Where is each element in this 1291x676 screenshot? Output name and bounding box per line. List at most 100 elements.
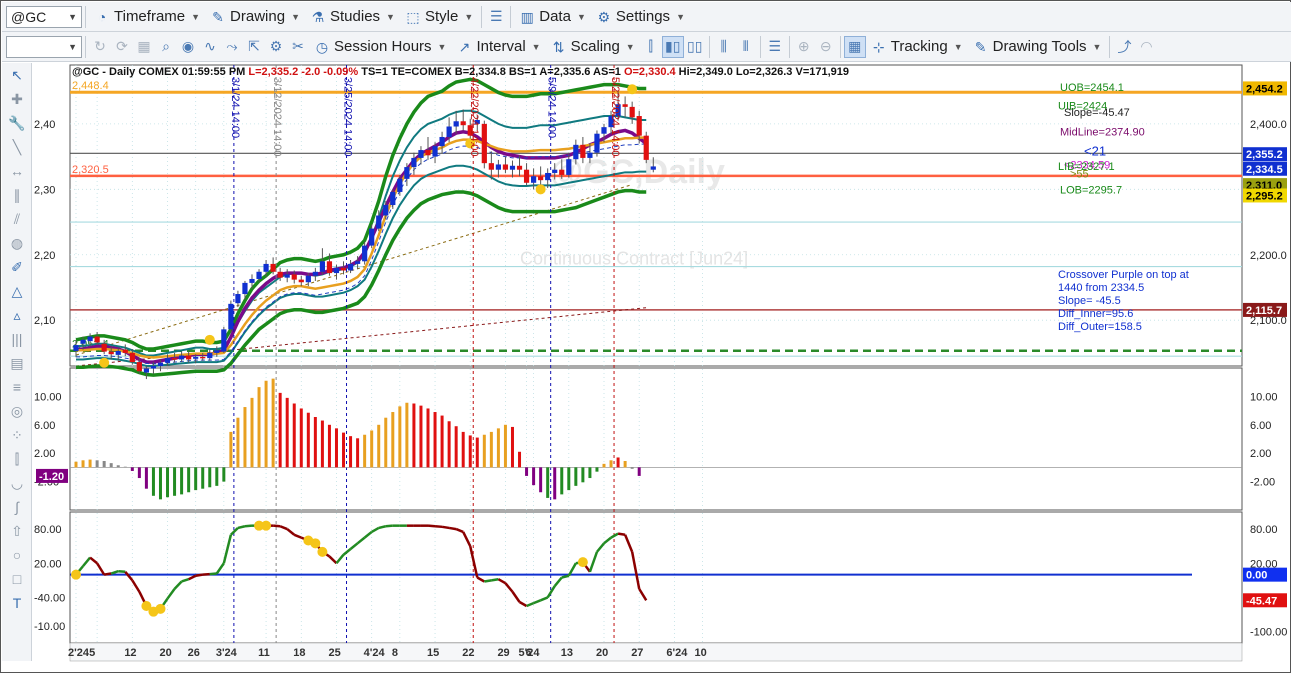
volume-icon[interactable]: ⫼: [713, 36, 735, 58]
curve-icon[interactable]: ∫: [2, 495, 32, 519]
style-menu[interactable]: ⬚ Style ▼: [400, 5, 478, 29]
price-tick-left: 2,20: [34, 250, 55, 262]
candle-body: [333, 267, 340, 274]
chevron-down-icon: ▼: [676, 11, 685, 22]
candle-body: [186, 355, 192, 360]
crosshair-icon[interactable]: ✚: [2, 87, 32, 111]
settings-menu[interactable]: ⚙ Settings ▼: [591, 5, 690, 29]
oscillator-dot: [310, 538, 321, 549]
reload-icon[interactable]: ⟳: [111, 36, 133, 58]
up-arrow-icon[interactable]: ⇧: [2, 519, 32, 543]
text-icon[interactable]: T: [2, 591, 32, 615]
triangle-outline-icon[interactable]: ▵: [2, 303, 32, 327]
chevron-down-icon[interactable]: ▼: [68, 12, 77, 22]
candle-body: [326, 261, 333, 274]
oscillator-dot: [317, 546, 328, 557]
pointer-icon[interactable]: ↖: [2, 63, 32, 87]
interval-input[interactable]: ▼: [6, 35, 82, 58]
arrows-icon[interactable]: ↔: [2, 159, 32, 183]
oscillator-segment: [441, 525, 450, 530]
candle-body: [221, 329, 227, 352]
layout-icon[interactable]: ☰: [485, 6, 507, 28]
grid-icon[interactable]: ▦: [133, 36, 155, 58]
candle-body: [94, 336, 100, 343]
event-label: 5/9/24 14:00: [546, 77, 558, 138]
timeframe-menu[interactable]: ◔ Timeframe ▼: [89, 5, 205, 29]
dots-icon[interactable]: ⁘: [2, 423, 32, 447]
chart-area[interactable]: @GC,Daily Continuous Contract [Jun24] 2,10…: [32, 63, 1291, 673]
chart-settings-icon[interactable]: ◠: [1135, 36, 1157, 58]
line-icon[interactable]: ╲: [2, 135, 32, 159]
candle-body: [418, 150, 424, 158]
zoom-out-icon[interactable]: ⊖: [815, 36, 837, 58]
circle-icon[interactable]: ○: [2, 543, 32, 567]
data-menu[interactable]: ▥ Data ▼: [514, 5, 591, 29]
rectangle-icon[interactable]: □: [2, 567, 32, 591]
brush-icon[interactable]: ✐: [2, 255, 32, 279]
candle-body: [157, 362, 164, 366]
interval-menu[interactable]: ↗ Interval ▼: [451, 35, 545, 59]
studies-menu[interactable]: ⚗ Studies ▼: [305, 5, 400, 29]
parallel-icon[interactable]: ∥: [2, 183, 32, 207]
volume-bar-icon[interactable]: ⫿: [2, 447, 32, 471]
candle-body: [355, 261, 361, 264]
histogram-icon[interactable]: ⫴: [735, 36, 757, 58]
zoom-in-icon[interactable]: ⊕: [793, 36, 815, 58]
candlestick-icon[interactable]: ▮▯: [661, 35, 684, 58]
toolbar-divider: [1109, 35, 1111, 58]
refresh-icon[interactable]: ↻: [89, 36, 111, 58]
channel-icon[interactable]: ⫽: [2, 207, 32, 231]
drawing-menu[interactable]: ✎ Drawing ▼: [205, 5, 305, 29]
oscillator-tick-left: 20.00: [34, 558, 62, 570]
event-label: 3/12/2024 14:00: [271, 77, 283, 157]
tracking-menu[interactable]: ⊹ Tracking ▼: [866, 35, 968, 59]
candle-body: [453, 121, 459, 127]
candle-body: [101, 343, 107, 352]
price-tick-left: 2,30: [34, 184, 55, 196]
lines-icon[interactable]: ≡: [2, 375, 32, 399]
candle-body: [650, 166, 656, 170]
candle-body: [108, 351, 114, 355]
signal-dot: [535, 184, 546, 195]
wrench-icon[interactable]: 🔧: [2, 111, 32, 135]
annotation-label: UOB=2454.1: [1060, 82, 1124, 94]
price-tick-right: 2,200.0: [1250, 250, 1287, 262]
table-icon[interactable]: ▤: [2, 351, 32, 375]
chevron-down-icon[interactable]: ▼: [68, 42, 77, 52]
histogram-tick-right: -2.00: [1250, 477, 1275, 489]
scaling-menu[interactable]: ⇅ Scaling ▼: [546, 35, 640, 59]
oscillator-segment: [484, 579, 492, 583]
cursor-icon[interactable]: ⇱: [243, 36, 265, 58]
table-icon[interactable]: ▦: [843, 35, 866, 58]
price-tag-label: 2,295.2: [1246, 190, 1283, 202]
hollow-candle-icon[interactable]: ▯▯: [684, 36, 706, 58]
oscillator-tick-left: 80.00: [34, 524, 62, 536]
layout-icon[interactable]: ☰: [764, 36, 786, 58]
target-icon[interactable]: ◎: [2, 399, 32, 423]
triangle-icon[interactable]: △: [2, 279, 32, 303]
compass-icon[interactable]: ◉: [177, 36, 199, 58]
candle-body: [509, 165, 516, 170]
gear-icon[interactable]: ⚙: [265, 36, 287, 58]
chart-canvas[interactable]: @GC,DailyContinuous Contract [Jun24]2,10…: [32, 63, 1291, 673]
session-hours-menu[interactable]: ◷ Session Hours ▼: [309, 35, 451, 59]
chart-add-icon[interactable]: ⤴: [1113, 36, 1135, 58]
candle-body: [270, 263, 276, 272]
header-segment: TS=1 TE=COMEX B=2,334.8 BS=1 A=2,335.6 A…: [361, 66, 624, 78]
symbol-input[interactable]: @GC ▼: [6, 5, 82, 28]
bar-chart-icon[interactable]: ⫿: [640, 36, 662, 58]
arc-icon[interactable]: ◡: [2, 471, 32, 495]
candle-body: [545, 172, 551, 181]
candle-body: [446, 126, 452, 137]
drawing-tools-menu[interactable]: ✎ Drawing Tools ▼: [968, 35, 1107, 59]
tools-icon[interactable]: ✂: [287, 36, 309, 58]
wave-icon[interactable]: ∿: [199, 36, 221, 58]
toolbar-divider: [708, 35, 710, 58]
bars-icon[interactable]: |||: [2, 327, 32, 351]
cycle-icon[interactable]: ◍: [2, 231, 32, 255]
trend-icon[interactable]: ⤳: [221, 36, 243, 58]
candle-body: [439, 136, 445, 147]
price-tick-left: 2,10: [34, 315, 55, 327]
x-tick-label: 13: [561, 647, 573, 659]
magnify-icon[interactable]: ⌕: [155, 36, 177, 58]
